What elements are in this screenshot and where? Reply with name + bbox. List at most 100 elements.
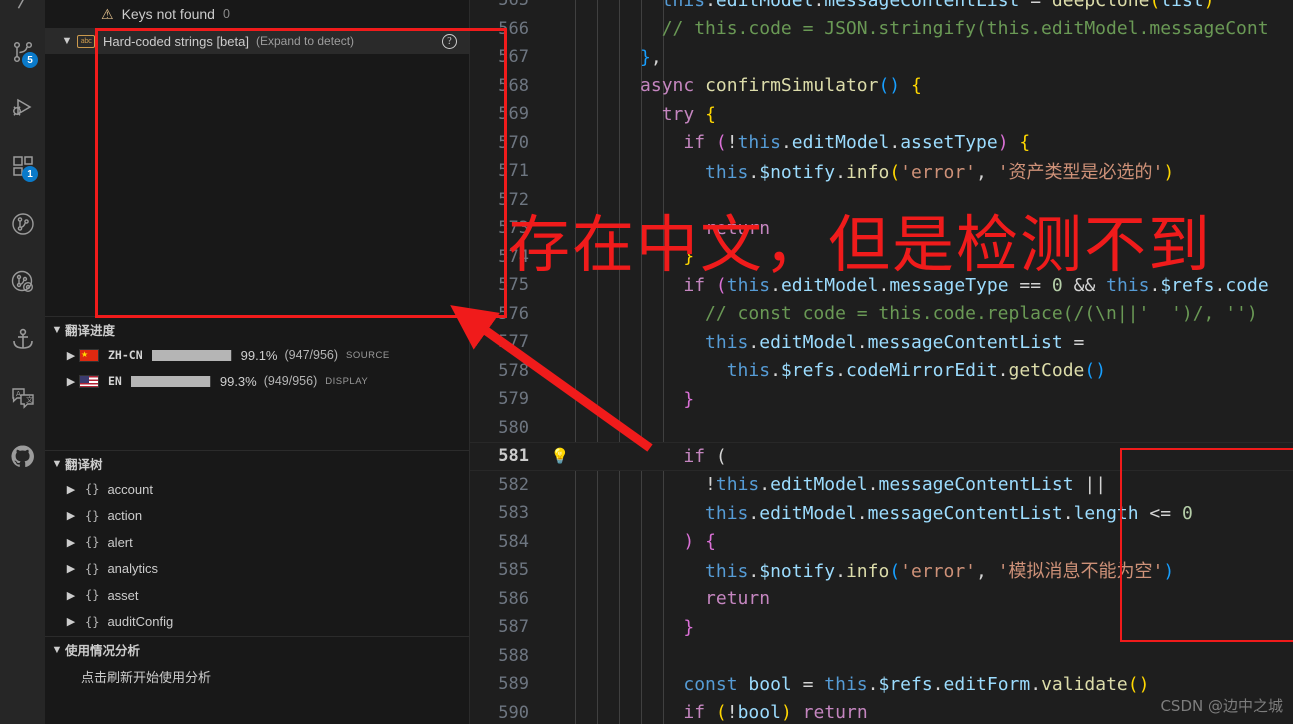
chevron-down-icon[interactable]: ▼: [59, 35, 75, 47]
explorer-icon[interactable]: [0, 0, 45, 24]
tree-item-asset[interactable]: ▶ {} asset: [45, 582, 469, 609]
code-text[interactable]: try {: [575, 104, 716, 125]
progress-row-en[interactable]: ▶ EN 99.3% (949/956) DISPLAY: [45, 368, 469, 394]
line-number: 587: [498, 617, 529, 638]
chevron-right-icon[interactable]: ▶: [63, 615, 79, 628]
hardcoded-strings-body: [45, 54, 469, 316]
github-icon[interactable]: [0, 432, 45, 480]
code-text[interactable]: async confirmSimulator() {: [575, 75, 922, 96]
chevron-down-icon[interactable]: ▼: [49, 644, 65, 656]
tree-item-label: account: [107, 481, 153, 497]
code-text[interactable]: this.$refs.codeMirrorEdit.getCode(): [575, 360, 1106, 381]
code-text[interactable]: // const code = this.code.replace(/(\n||…: [575, 303, 1258, 324]
progress-fraction: (949/956): [263, 374, 318, 388]
usage-analysis-header[interactable]: ▼ 使用情况分析: [45, 636, 469, 662]
source-control-badge: 5: [22, 52, 38, 68]
tree-item-auditconfig[interactable]: ▶ {} auditConfig: [45, 609, 469, 636]
code-line[interactable]: 587 }: [470, 613, 1293, 642]
code-line[interactable]: 588: [470, 642, 1293, 671]
flag-cn-icon: [79, 348, 99, 362]
line-number: 570: [498, 132, 529, 153]
chevron-right-icon[interactable]: ▶: [63, 562, 79, 575]
anchor-icon[interactable]: [0, 316, 45, 364]
hardcoded-strings-hint: (Expand to detect): [255, 34, 355, 48]
progress-lang-code: ZH-CN: [108, 348, 143, 362]
chevron-down-icon[interactable]: ▼: [49, 324, 65, 336]
code-line[interactable]: 566 // this.code = JSON.stringify(this.e…: [470, 15, 1293, 44]
code-line[interactable]: 567 },: [470, 43, 1293, 72]
i18n-ally-icon[interactable]: A 文: [0, 374, 45, 422]
code-text[interactable]: const bool = this.$refs.editForm.validat…: [575, 674, 1149, 695]
code-line[interactable]: 578 this.$refs.codeMirrorEdit.getCode(): [470, 357, 1293, 386]
watermark: CSDN @边中之城: [1160, 697, 1283, 715]
code-line[interactable]: 585 this.$notify.info('error', '模拟消息不能为空…: [470, 556, 1293, 585]
code-line[interactable]: 570 if (!this.editModel.assetType) {: [470, 129, 1293, 158]
code-text[interactable]: !this.editModel.messageContentList ||: [575, 474, 1106, 495]
i18n-ally-sidebar: ⚠ Keys not found 0 ▼ abc Hard-coded stri…: [45, 0, 507, 724]
tree-item-alert[interactable]: ▶ {} alert: [45, 529, 469, 556]
code-line[interactable]: 571 this.$notify.info('error', '资产类型是必选的…: [470, 157, 1293, 186]
quick-fix-lightbulb-icon[interactable]: 💡: [545, 447, 575, 465]
code-text[interactable]: this.$notify.info('error', '资产类型是必选的'): [575, 158, 1174, 184]
code-text[interactable]: }: [575, 617, 694, 638]
code-line[interactable]: 576 // const code = this.code.replace(/(…: [470, 300, 1293, 329]
run-and-debug-icon[interactable]: [0, 84, 45, 132]
translation-tree-header[interactable]: ▼ 翻译树: [45, 450, 469, 476]
code-line[interactable]: 586 return: [470, 585, 1293, 614]
code-text[interactable]: this.editModel.messageContentList = deep…: [575, 0, 1215, 11]
hardcoded-strings-header[interactable]: ▼ abc Hard-coded strings [beta] (Expand …: [45, 28, 469, 54]
code-line[interactable]: 580: [470, 414, 1293, 443]
chevron-down-icon[interactable]: ▼: [49, 458, 65, 470]
extensions-icon[interactable]: 1: [0, 142, 45, 190]
tree-item-action[interactable]: ▶ {} action: [45, 503, 469, 530]
chevron-right-icon[interactable]: ▶: [63, 536, 79, 549]
help-icon[interactable]: ?: [442, 33, 457, 49]
code-text[interactable]: // this.code = JSON.stringify(this.editM…: [575, 18, 1269, 39]
code-text[interactable]: if (!this.editModel.assetType) {: [575, 132, 1030, 153]
chevron-right-icon[interactable]: ▶: [63, 589, 79, 602]
tree-item-analytics[interactable]: ▶ {} analytics: [45, 556, 469, 583]
code-line[interactable]: 569 try {: [470, 100, 1293, 129]
gitlens-icon[interactable]: [0, 258, 45, 306]
code-editor[interactable]: 565 this.editModel.messageContentList = …: [470, 0, 1293, 724]
code-text[interactable]: return: [575, 588, 770, 609]
code-line[interactable]: 581 💡 if (: [470, 442, 1293, 471]
usage-analysis-hint[interactable]: 点击刷新开始使用分析: [45, 662, 469, 690]
source-control-icon[interactable]: 5: [0, 28, 45, 76]
progress-section-filler: [45, 394, 469, 450]
chevron-right-icon[interactable]: ▶: [63, 509, 79, 522]
progress-fraction: (947/956): [284, 348, 339, 362]
code-line[interactable]: 565 this.editModel.messageContentList = …: [470, 0, 1293, 15]
keys-not-found-row[interactable]: ⚠ Keys not found 0: [45, 0, 469, 28]
code-text[interactable]: }: [575, 389, 694, 410]
tree-item-label: asset: [107, 587, 139, 603]
line-number: 584: [498, 531, 529, 552]
code-text[interactable]: },: [575, 47, 662, 68]
code-text[interactable]: this.$notify.info('error', '模拟消息不能为空'): [575, 557, 1174, 583]
code-line[interactable]: 582 !this.editModel.messageContentList |…: [470, 471, 1293, 500]
code-text[interactable]: this.editModel.messageContentList.length…: [575, 503, 1193, 524]
tree-item-account[interactable]: ▶ {} account: [45, 476, 469, 503]
code-line[interactable]: 579 }: [470, 385, 1293, 414]
line-number: 569: [498, 104, 529, 125]
chevron-right-icon[interactable]: ▶: [63, 375, 79, 388]
editor-scrollbar[interactable]: [1279, 0, 1293, 724]
code-text[interactable]: ) {: [575, 531, 716, 552]
code-text[interactable]: if (!bool) return: [575, 702, 867, 723]
tree-item-label: auditConfig: [107, 614, 174, 630]
code-line[interactable]: 568 async confirmSimulator() {: [470, 72, 1293, 101]
chevron-right-icon[interactable]: ▶: [63, 349, 79, 362]
progress-row-zh-cn[interactable]: ▶ ZH-CN 99.1% (947/956) SOURCE: [45, 342, 469, 368]
git-graph-icon[interactable]: [0, 200, 45, 248]
code-text[interactable]: this.editModel.messageContentList =: [575, 332, 1084, 353]
code-text[interactable]: if (: [575, 446, 726, 467]
code-line[interactable]: 577 this.editModel.messageContentList =: [470, 328, 1293, 357]
chevron-right-icon[interactable]: ▶: [63, 483, 79, 496]
keys-not-found-label: Keys not found: [121, 6, 215, 22]
translation-progress-title: 翻译进度: [65, 324, 116, 338]
code-line[interactable]: 583 this.editModel.messageContentList.le…: [470, 499, 1293, 528]
translation-progress-header[interactable]: ▼ 翻译进度: [45, 316, 469, 342]
hardcoded-strings-title: Hard-coded strings [beta]: [103, 33, 249, 49]
code-lines[interactable]: 565 this.editModel.messageContentList = …: [470, 0, 1293, 724]
code-line[interactable]: 584 ) {: [470, 528, 1293, 557]
